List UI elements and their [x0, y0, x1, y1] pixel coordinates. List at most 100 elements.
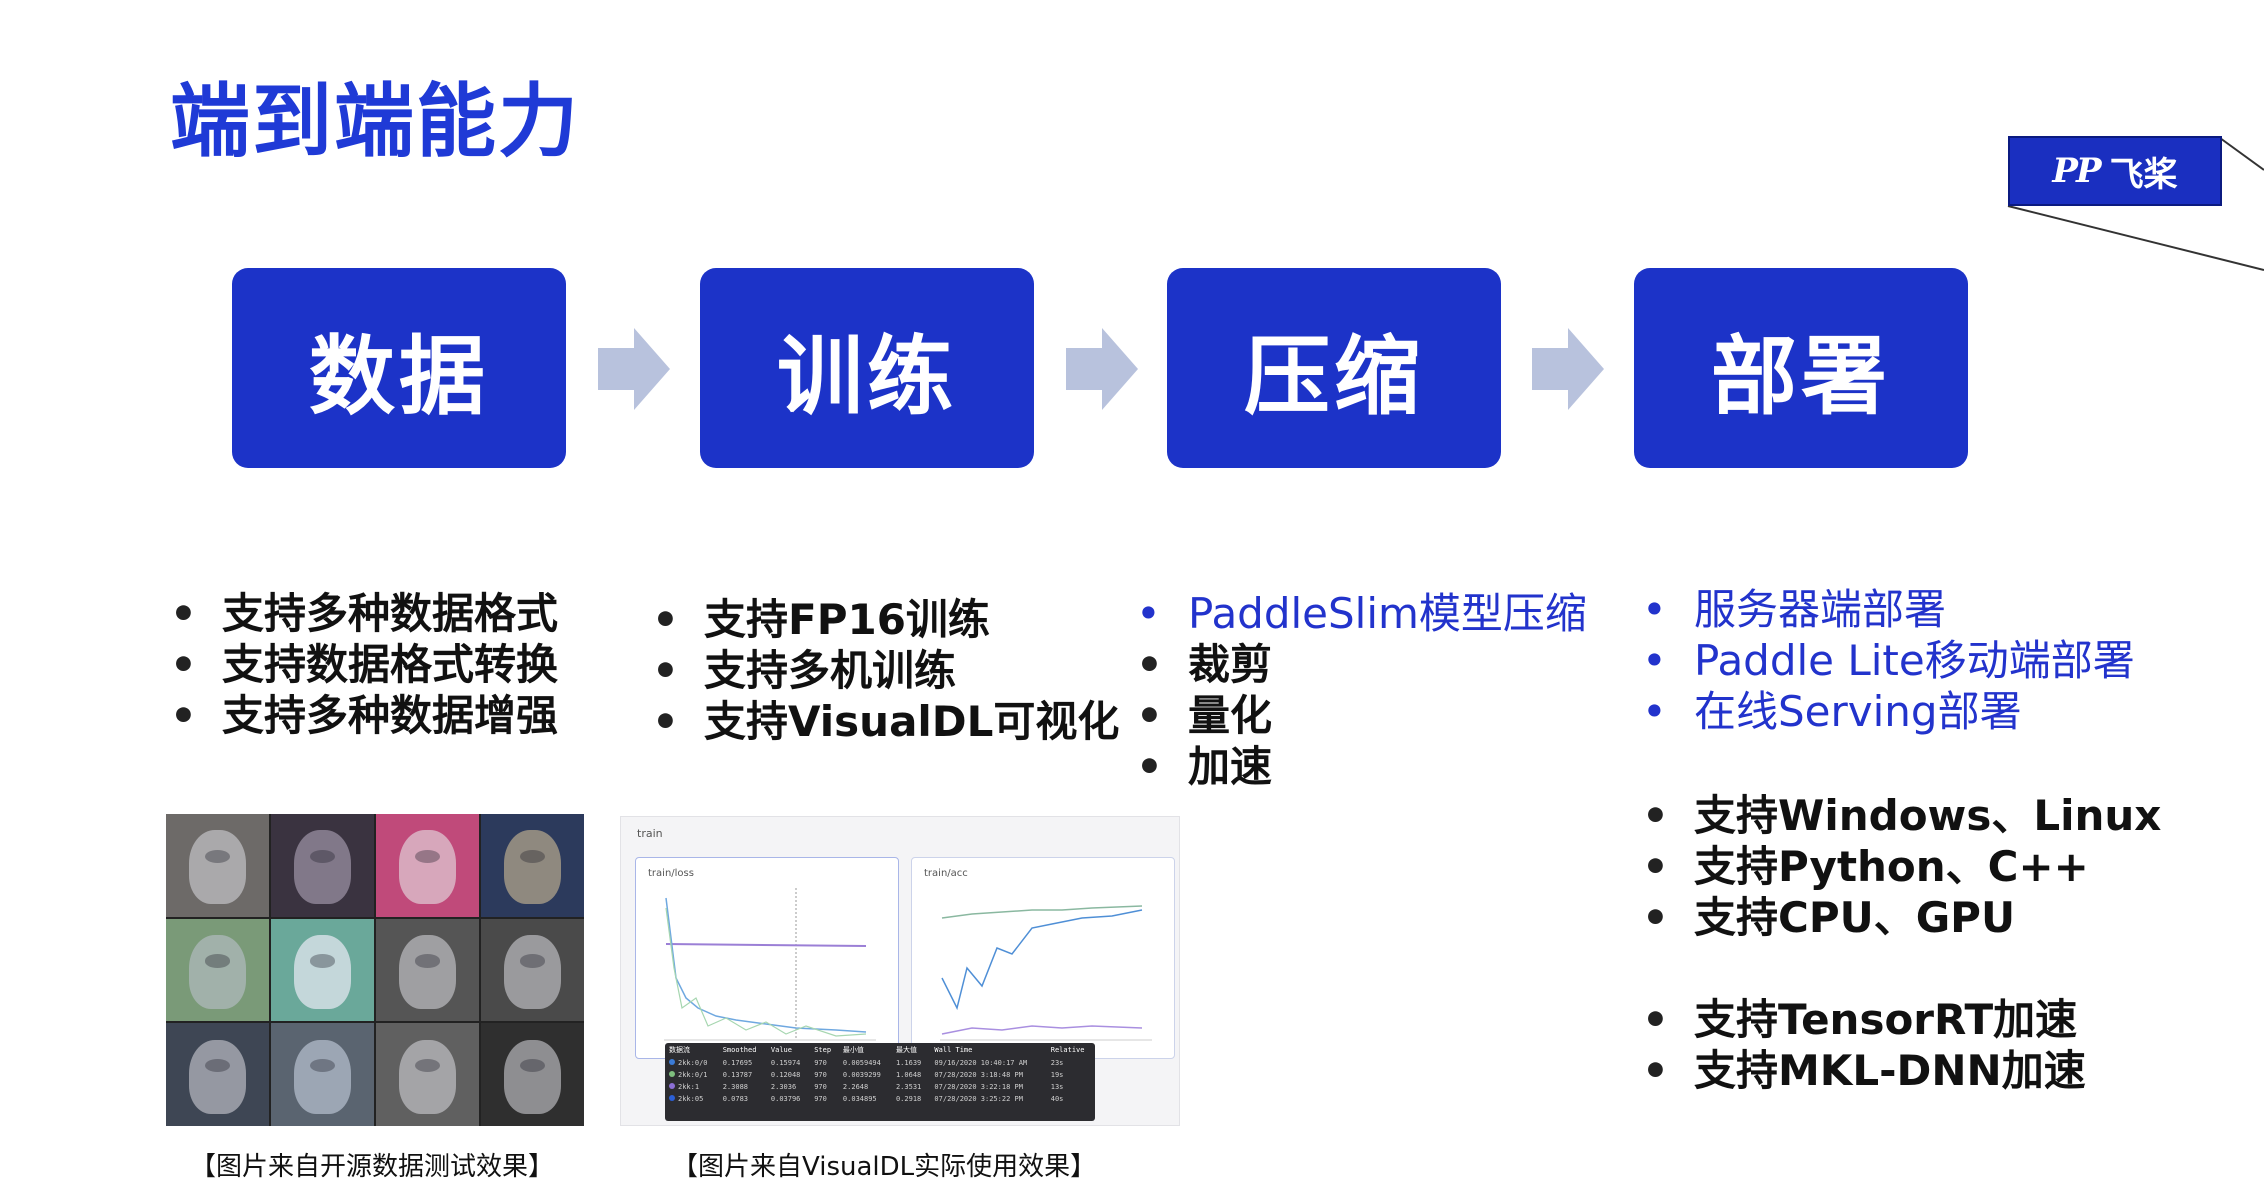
loss-curve-graphic: [664, 888, 876, 1041]
table-cell: 0.0059494: [839, 1057, 892, 1069]
table-cell-text: 0.0783: [722, 1095, 749, 1103]
table-cell: 40s: [1047, 1093, 1095, 1105]
table-cell: 0.0783: [719, 1093, 767, 1105]
table-cell-text: 2.3088: [722, 1083, 749, 1091]
photo-tile: [166, 1023, 269, 1126]
table-cell-text: 0.034895: [842, 1095, 877, 1103]
list-item: 支持多种数据格式: [168, 588, 558, 639]
list-item: 服务器端部署: [1640, 584, 2135, 635]
slide-title: 端到端能力: [170, 75, 580, 168]
visualdl-section-label: train: [637, 827, 663, 840]
table-cell: 0.03796: [767, 1093, 810, 1105]
table-header-row: 数据流 Smoothed Value Step 最小值 最大值 Wall Tim…: [665, 1043, 1095, 1057]
table-cell-text: 0.0059494: [842, 1059, 881, 1067]
accuracy-curve-graphic: [940, 905, 1152, 1041]
table-header: Step: [814, 1046, 832, 1054]
table-header: 最大值: [895, 1046, 917, 1054]
series-color-dot: [669, 1083, 675, 1089]
table-row: 2kk:1 2.3088 2.3036 970 2.2648 2.3531 07/28/20…: [665, 1081, 1095, 1093]
table-row: 2kk:05 0.0783 0.03796 970 0.034895 0.2918 07/2…: [665, 1093, 1095, 1105]
table-cell-text: 2kk:0/0: [678, 1059, 708, 1067]
table-row: 2kk:0/0 0.17695 0.15974 970 0.0059494 1.1639 0…: [665, 1057, 1095, 1069]
table-cell-text: 07/28/2020 3:25:22 PM: [934, 1095, 1023, 1103]
table-cell: 0.034895: [839, 1093, 892, 1105]
photo-tile: [271, 918, 374, 1022]
table-cell-text: 2kk:05: [678, 1095, 704, 1103]
list-item: 支持MKL-DNN加速: [1640, 1045, 2086, 1096]
table-cell-text: 0.13787: [722, 1071, 753, 1079]
table-cell-text: 40s: [1050, 1095, 1064, 1103]
list-item: PaddleSlim模型压缩: [1134, 588, 1587, 639]
table-cell: 13s: [1047, 1081, 1095, 1093]
table-cell: 0.17695: [719, 1057, 767, 1069]
series-color-dot: [669, 1059, 675, 1065]
table-cell-text: 09/16/2020 10:40:17 AM: [934, 1059, 1028, 1067]
table-cell-text: 0.2918: [895, 1095, 922, 1103]
table-row: 2kk:0/1 0.13787 0.12048 970 0.0039299 1.0648 0…: [665, 1069, 1095, 1081]
stage-training: 训练: [700, 268, 1034, 468]
table-cell-text: 970: [814, 1071, 827, 1079]
table-cell: 0.13787: [719, 1069, 767, 1081]
series-color-dot: [669, 1095, 675, 1101]
table-cell-text: 13s: [1050, 1083, 1064, 1091]
photo-tile: [481, 1023, 584, 1126]
table-cell-text: 1.1639: [895, 1059, 922, 1067]
visualdl-screenshot: train train/loss train/acc 数据流 Smoothed: [620, 816, 1180, 1126]
stage-compression: 压缩: [1167, 268, 1501, 468]
training-feature-list: 支持FP16训练 支持多机训练 支持VisualDL可视化: [650, 594, 1119, 747]
list-item: 在线Serving部署: [1640, 686, 2135, 737]
photo-tile: [166, 814, 269, 917]
table-cell-text: 2.3036: [770, 1083, 797, 1091]
table-cell: 23s: [1047, 1057, 1095, 1069]
arrow-right-icon: [598, 328, 670, 410]
table-cell-text: 970: [814, 1059, 827, 1067]
data-image-caption: 【图片来自开源数据测试效果】: [190, 1152, 555, 1182]
photo-tile: [271, 814, 374, 917]
table-cell: 2kk:0/1: [665, 1069, 719, 1081]
arrow-right-icon: [1066, 328, 1138, 410]
list-item: 支持FP16训练: [650, 594, 1119, 645]
table-header: Wall Time: [934, 1046, 973, 1054]
table-cell-text: 0.17695: [722, 1059, 753, 1067]
compression-feature-list: PaddleSlim模型压缩 裁剪 量化 加速: [1134, 588, 1587, 792]
table-cell: 07/28/2020 3:22:18 PM: [930, 1081, 1046, 1093]
table-cell: 0.2918: [892, 1093, 930, 1105]
visualdl-acc-panel: train/acc: [911, 857, 1175, 1059]
table-cell: 07/28/2020 3:18:48 PM: [930, 1069, 1046, 1081]
deployment-highlight-list: 服务器端部署 Paddle Lite移动端部署 在线Serving部署: [1640, 584, 2135, 737]
table-cell-text: 07/28/2020 3:18:48 PM: [934, 1071, 1023, 1079]
table-cell: 0.0039299: [839, 1069, 892, 1081]
table-cell-text: 07/28/2020 3:22:18 PM: [934, 1083, 1023, 1091]
table-header: Value: [770, 1046, 792, 1054]
table-cell-text: 23s: [1050, 1059, 1064, 1067]
list-item: 支持多机训练: [650, 645, 1119, 696]
table-cell-text: 2kk:0/1: [678, 1071, 708, 1079]
table-cell-text: 2.2648: [842, 1083, 869, 1091]
data-feature-list: 支持多种数据格式 支持数据格式转换 支持多种数据增强: [168, 588, 558, 741]
data-augmentation-image: [166, 814, 584, 1126]
table-cell: 2kk:0/0: [665, 1057, 719, 1069]
table-cell: 0.15974: [767, 1057, 810, 1069]
table-cell: 2kk:1: [665, 1081, 719, 1093]
table-header: 最小值: [842, 1046, 864, 1054]
table-cell-text: 0.15974: [770, 1059, 801, 1067]
list-item: 支持TensorRT加速: [1640, 994, 2086, 1045]
table-cell: 970: [810, 1081, 839, 1093]
table-cell-text: 1.0648: [895, 1071, 922, 1079]
table-cell-text: 0.03796: [770, 1095, 801, 1103]
list-item: Paddle Lite移动端部署: [1640, 635, 2135, 686]
table-cell: 2kk:05: [665, 1093, 719, 1105]
arrow-right-icon: [1532, 328, 1604, 410]
list-item: 裁剪: [1134, 639, 1587, 690]
list-item: 支持数据格式转换: [168, 639, 558, 690]
photo-tile: [376, 1023, 479, 1126]
list-item: 支持CPU、GPU: [1640, 892, 2161, 943]
deployment-platform-list: 支持Windows、Linux 支持Python、C++ 支持CPU、GPU: [1640, 790, 2161, 943]
table-header: Relative: [1050, 1046, 1085, 1054]
stage-data: 数据: [232, 268, 566, 468]
visualdl-loss-panel: train/loss: [635, 857, 899, 1059]
table-cell: 0.12048: [767, 1069, 810, 1081]
table-cell-text: 970: [814, 1095, 827, 1103]
table-header: 数据流: [669, 1046, 690, 1054]
list-item: 量化: [1134, 690, 1587, 741]
